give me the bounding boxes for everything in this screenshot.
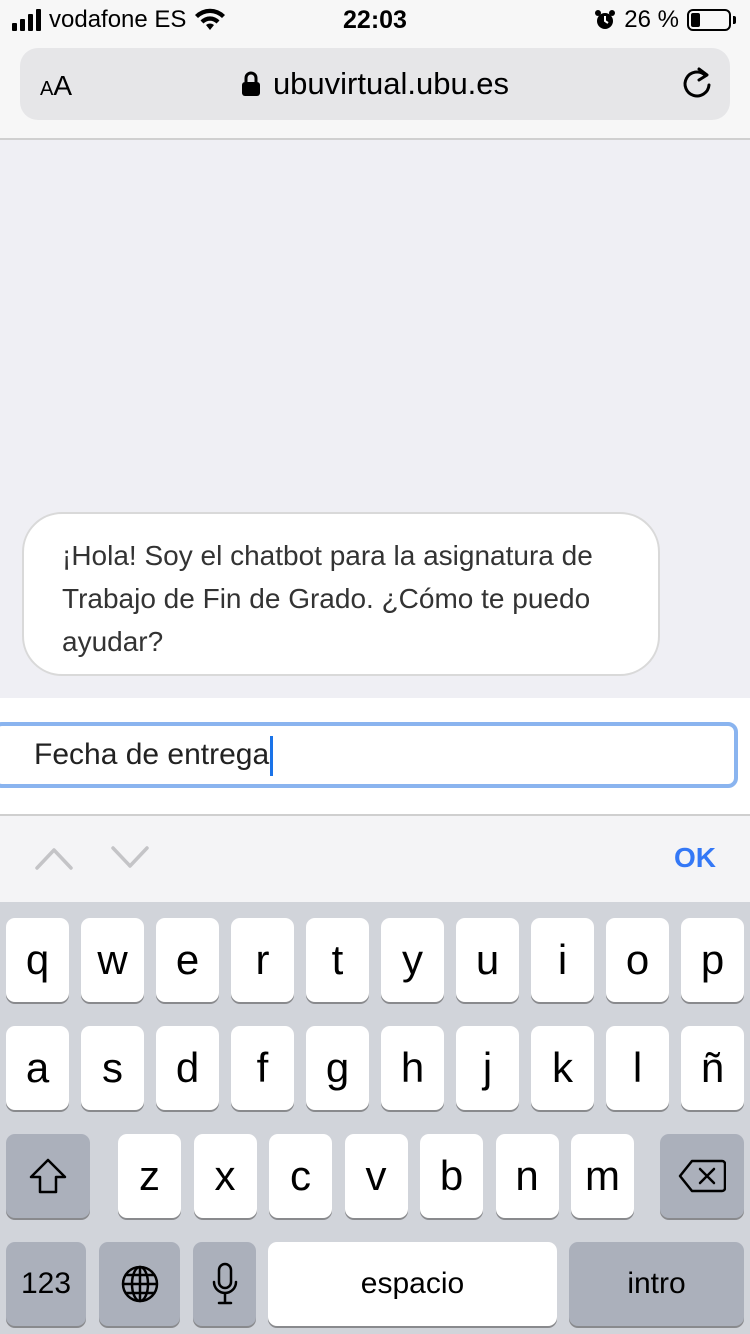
battery-icon (687, 9, 731, 31)
lock-icon (241, 71, 260, 96)
key-p[interactable]: p (681, 918, 744, 1002)
key-o[interactable]: o (606, 918, 669, 1002)
microphone-icon (212, 1262, 237, 1305)
text-caret (270, 736, 274, 777)
key-n[interactable]: n (495, 1134, 559, 1218)
key-j[interactable]: j (456, 1026, 519, 1110)
alarm-icon (595, 10, 616, 29)
battery-cap (733, 16, 736, 24)
key-t[interactable]: t (306, 918, 369, 1002)
key-k[interactable]: k (531, 1026, 594, 1110)
key-h[interactable]: h (381, 1026, 444, 1110)
reload-icon[interactable] (680, 66, 714, 102)
key-z[interactable]: z (118, 1134, 181, 1218)
address-bar[interactable]: AA ubuvirtual.ubu.es (20, 48, 730, 120)
key-l[interactable]: l (606, 1026, 669, 1110)
browser-bar: AA ubuvirtual.ubu.es (0, 40, 750, 140)
done-button[interactable]: OK (674, 842, 716, 874)
shift-key[interactable] (6, 1134, 90, 1218)
chat-message-input[interactable]: Fecha de entrega (0, 722, 738, 788)
battery-level (691, 13, 700, 27)
key-s[interactable]: s (81, 1026, 144, 1110)
key-d[interactable]: d (156, 1026, 219, 1110)
dictation-key[interactable] (193, 1242, 256, 1326)
status-bar: vodafone ES 22:03 26 % (0, 0, 750, 40)
key-g[interactable]: g (306, 1026, 369, 1110)
globe-icon (121, 1265, 158, 1303)
previous-field-chevron-up-icon[interactable] (34, 844, 74, 872)
key-b[interactable]: b (420, 1134, 483, 1218)
key-ñ[interactable]: ñ (681, 1026, 744, 1110)
battery-percent: 26 % (624, 6, 679, 33)
shift-arrow-icon (29, 1158, 67, 1194)
key-e[interactable]: e (156, 918, 219, 1002)
url-text: ubuvirtual.ubu.es (272, 66, 510, 101)
return-key[interactable]: intro (569, 1242, 744, 1326)
key-m[interactable]: m (571, 1134, 634, 1218)
key-f[interactable]: f (231, 1026, 294, 1110)
url-display[interactable]: ubuvirtual.ubu.es (20, 66, 730, 102)
chat-input-text: Fecha de entrega (34, 738, 270, 771)
key-c[interactable]: c (269, 1134, 332, 1218)
key-u[interactable]: u (456, 918, 519, 1002)
backspace-icon (678, 1159, 726, 1193)
keyboard: qwertyuiop asdfghjklñ zxcvbnm 123 espaci… (0, 902, 750, 1334)
bot-message-bubble: ¡Hola! Soy el chatbot para la asignatura… (22, 512, 660, 676)
next-field-chevron-down-icon[interactable] (110, 844, 150, 872)
key-y[interactable]: y (381, 918, 444, 1002)
chat-area: ¡Hola! Soy el chatbot para la asignatura… (0, 142, 750, 698)
key-w[interactable]: w (81, 918, 144, 1002)
key-q[interactable]: q (6, 918, 69, 1002)
globe-key[interactable] (99, 1242, 180, 1326)
chat-input-strip: Fecha de entrega (0, 698, 750, 816)
status-right: 26 % (594, 6, 736, 34)
keyboard-accessory-bar: OK (0, 816, 750, 902)
key-x[interactable]: x (193, 1134, 257, 1218)
key-r[interactable]: r (231, 918, 294, 1002)
numbers-key[interactable]: 123 (6, 1242, 86, 1326)
key-a[interactable]: a (6, 1026, 69, 1110)
key-i[interactable]: i (531, 918, 594, 1002)
delete-key[interactable] (660, 1134, 744, 1218)
space-key[interactable]: espacio (268, 1242, 557, 1326)
key-v[interactable]: v (344, 1134, 408, 1218)
